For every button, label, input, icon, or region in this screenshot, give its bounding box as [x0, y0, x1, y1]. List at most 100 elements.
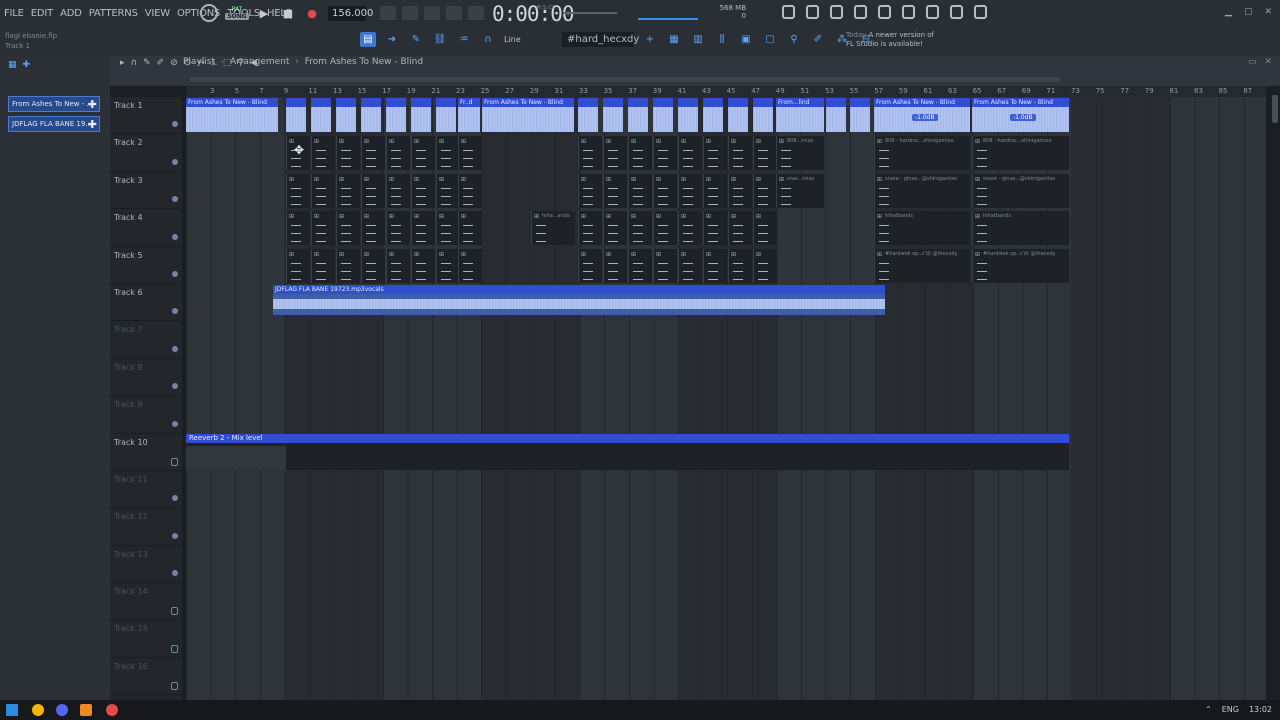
pattern-clip[interactable]: ⊞	[703, 136, 727, 171]
pattern-clip[interactable]: ⊞	[653, 248, 677, 283]
link-icon[interactable]: ⛓	[432, 32, 448, 47]
pattern-clip[interactable]: ⊞	[753, 248, 777, 283]
track-header[interactable]: Track 12	[110, 508, 182, 546]
pattern-clip[interactable]: ⊞	[361, 173, 385, 208]
pattern-clip[interactable]: ⊞	[336, 173, 360, 208]
pattern-clip[interactable]: ⊞	[578, 136, 602, 171]
channel-rack-icon[interactable]: ▥	[690, 32, 706, 47]
lock-icon[interactable]	[171, 682, 178, 691]
mixer-arrow-icon[interactable]: ▦	[8, 60, 17, 70]
mute-dot-icon[interactable]	[172, 570, 178, 577]
pattern-clip[interactable]: ⊞	[603, 248, 627, 283]
mute-dot-icon[interactable]	[172, 308, 178, 315]
track-header[interactable]: Track 16	[110, 658, 182, 696]
audio-clip[interactable]	[653, 98, 673, 132]
audio-clip[interactable]	[603, 98, 623, 132]
track-header[interactable]: Track 10	[110, 434, 182, 471]
tempo-display[interactable]: 156.000	[328, 5, 373, 21]
mic-icon[interactable]	[830, 5, 843, 19]
maximize-icon[interactable]: ▢	[1244, 7, 1253, 17]
play-icon[interactable]: ▶	[256, 5, 272, 21]
pattern-clip[interactable]: ⊞	[286, 211, 310, 246]
mute-dot-icon[interactable]	[172, 233, 178, 240]
audio-clip[interactable]: JDFLAG FLA BANE 19723.mp3vocals	[273, 285, 885, 315]
pattern-clip[interactable]: ⊞	[361, 211, 385, 246]
pattern-clip[interactable]: ⊞	[728, 248, 752, 283]
pattern-clip[interactable]: ⊞	[753, 211, 777, 246]
blend-notes-icon[interactable]	[446, 6, 462, 20]
pattern-clip[interactable]: ⊞ 808...mixo	[776, 136, 824, 171]
track-header[interactable]: Track 3	[110, 172, 182, 210]
download-icon[interactable]	[974, 5, 987, 19]
pattern-clip[interactable]: ⊞ snare - ginse...@shinigamixo	[972, 173, 1069, 208]
menu-arrow-icon[interactable]: ▸	[120, 58, 125, 68]
audio-clip[interactable]	[436, 98, 456, 132]
language-indicator[interactable]: ENG	[1222, 705, 1239, 714]
draw-tool-icon[interactable]: ✎	[143, 58, 151, 68]
mute-dot-icon[interactable]	[172, 532, 178, 539]
loop-icon[interactable]	[468, 6, 484, 20]
vertical-scrollbar[interactable]	[1272, 95, 1278, 123]
track-header[interactable]: Track 2	[110, 134, 182, 172]
pattern-clip[interactable]: ⊞	[678, 136, 702, 171]
audio-clip[interactable]: From Ashes To New - Blind	[186, 98, 278, 132]
bucket-icon[interactable]: ♒	[456, 32, 472, 47]
track-header[interactable]: Track 11	[110, 471, 182, 509]
delete-tool-icon[interactable]: ⊘	[170, 58, 178, 68]
channel-item[interactable]: JDFLAG FLA BANE 19... ✚	[8, 116, 100, 132]
pattern-clip[interactable]: ⊞	[628, 136, 652, 171]
horizontal-scrollbar[interactable]	[190, 77, 1060, 82]
pattern-clip[interactable]: ⊞ snar...mixo	[776, 173, 824, 208]
playlist-grid[interactable]: From Ashes To New - Blind Fr..d From Ashes…	[186, 97, 1266, 700]
time-display[interactable]: 0:00:00 M:S:CS	[492, 2, 575, 26]
audio-clip[interactable]	[336, 98, 356, 132]
lock-icon[interactable]	[171, 607, 178, 616]
pattern-clip[interactable]: ⊞ #hardwok op..c'd) @thecxdy	[972, 248, 1069, 283]
help-icon[interactable]	[878, 5, 891, 19]
pattern-clip[interactable]: ⊞	[386, 248, 410, 283]
pattern-clip[interactable]: ⊞ hihatbands	[972, 211, 1069, 246]
audio-clip[interactable]	[411, 98, 431, 132]
pattern-clip[interactable]: ⊞	[386, 136, 410, 171]
pattern-clip[interactable]: ⊞	[653, 173, 677, 208]
track-header[interactable]: Track 8	[110, 359, 182, 397]
track-header[interactable]: Track 15	[110, 620, 182, 658]
pattern-clip[interactable]: ⊞	[336, 136, 360, 171]
pattern-clip[interactable]: ⊞	[311, 211, 335, 246]
pattern-clip[interactable]: ⊞	[311, 136, 335, 171]
audio-clip[interactable]	[728, 98, 748, 132]
pattern-clip[interactable]: ⊞	[311, 248, 335, 283]
pattern-clip[interactable]: ⊞	[386, 173, 410, 208]
recorder-icon[interactable]	[106, 704, 118, 716]
audio-clip[interactable]: From Ashes To New - Blind -1.0dB	[874, 98, 970, 132]
tray-arrow-icon[interactable]: ⌃	[1205, 705, 1212, 714]
snap-select[interactable]: Line	[504, 35, 554, 44]
piano-roll-icon[interactable]: ▦	[666, 32, 682, 47]
audio-clip[interactable]	[361, 98, 381, 132]
wait-input-icon[interactable]	[402, 6, 418, 20]
draw-icon[interactable]: ✎	[408, 32, 424, 47]
pattern-clip[interactable]: ⊞	[436, 211, 460, 246]
pattern-clip[interactable]: ⊞	[436, 136, 460, 171]
current-pattern-label[interactable]: From Ashes To New - Blind	[305, 57, 423, 67]
audio-clip[interactable]: From Ashes To New - Blind	[482, 98, 574, 132]
pattern-clip[interactable]: ⊞	[578, 248, 602, 283]
touch-icon[interactable]: ⚲	[786, 32, 802, 47]
track-header[interactable]: Track 1	[110, 97, 182, 135]
pattern-clip[interactable]: ⊞	[653, 136, 677, 171]
pattern-clip[interactable]: ⊞	[678, 211, 702, 246]
audio-clip[interactable]	[678, 98, 698, 132]
pattern-clip[interactable]: ⊞	[336, 211, 360, 246]
pattern-clip[interactable]: ⊞	[436, 248, 460, 283]
song-pattern-toggle[interactable]: PAT SONG	[225, 5, 249, 21]
stop-icon[interactable]: ■	[280, 5, 296, 21]
close-icon[interactable]: ✕	[1264, 7, 1272, 17]
pattern-clip[interactable]: ⊞ #hardwok op..c'd) @thecxdy	[874, 248, 970, 283]
audio-clip[interactable]	[753, 98, 773, 132]
pattern-clip[interactable]: ⊞	[411, 173, 435, 208]
pattern-clip[interactable]: ⊞	[753, 173, 777, 208]
pattern-clip[interactable]: ⊞	[728, 173, 752, 208]
clock[interactable]: 13:02	[1249, 705, 1272, 714]
audio-clip[interactable]	[386, 98, 406, 132]
lock-icon[interactable]	[171, 644, 178, 653]
